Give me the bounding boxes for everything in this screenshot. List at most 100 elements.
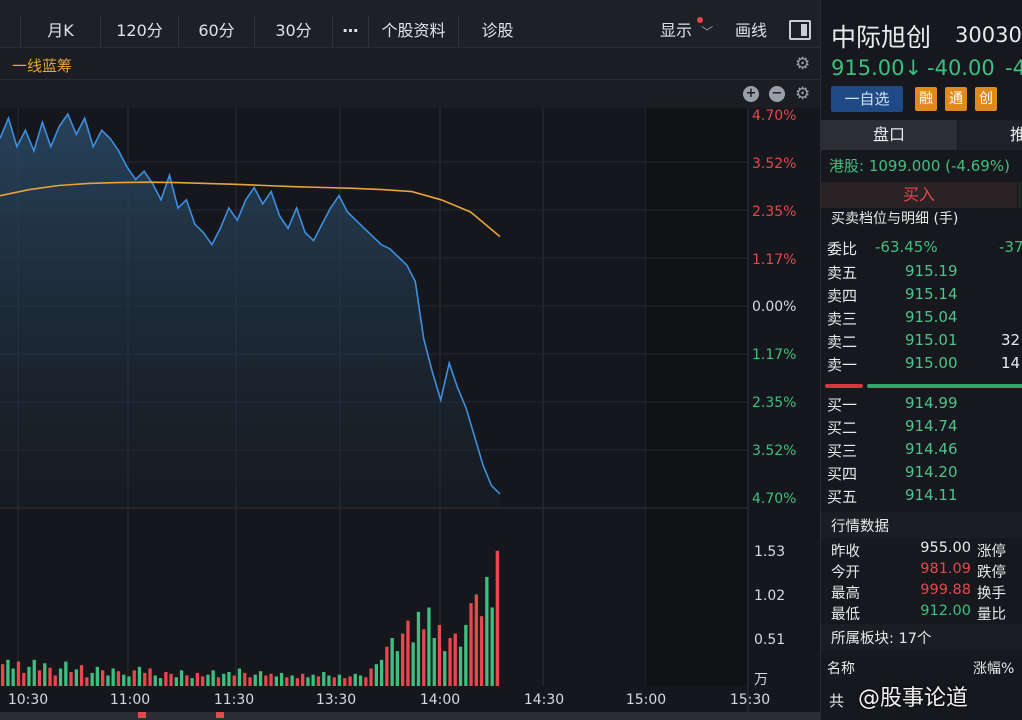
- volume-bar: [369, 668, 373, 686]
- ask-level-label: 卖四: [827, 287, 858, 305]
- tab-order-book[interactable]: 盘口: [821, 120, 957, 150]
- volume-bar: [316, 676, 321, 686]
- tab-recommend[interactable]: 推: [958, 120, 1022, 150]
- more-periods-button[interactable]: ⋯: [332, 15, 368, 47]
- stock-diagnosis-button[interactable]: 诊股: [458, 15, 536, 47]
- sell-button-edge[interactable]: [1018, 182, 1022, 208]
- chevron-down-icon: ﹀: [701, 25, 714, 39]
- volume-bar: [274, 676, 278, 686]
- volume-bar: [201, 676, 205, 686]
- intraday-chart[interactable]: 4.70% 3.52% 2.35% 1.17% 0.00% 1.17% 2.35% 3.52%…: [0, 108, 820, 720]
- y-tick-label-down: 4.70%: [752, 491, 796, 507]
- display-menu-button[interactable]: 显示 ﹀: [660, 15, 713, 47]
- volume-bar: [27, 666, 31, 686]
- ask-level-row[interactable]: 卖一 915.00 14: [821, 352, 1022, 375]
- zoom-in-icon[interactable]: +: [743, 86, 759, 102]
- bid-level-row[interactable]: 买四 914.20: [821, 461, 1022, 484]
- volume-bar: [401, 633, 405, 686]
- volume-bar: [332, 677, 336, 686]
- sector-first-row[interactable]: 共: [829, 690, 844, 711]
- volume-bar: [37, 670, 42, 686]
- bid-level-label: 买二: [827, 419, 858, 437]
- bid-level-label: 买三: [827, 442, 858, 460]
- x-tick-label: 15:30: [730, 692, 770, 708]
- zoom-out-icon[interactable]: −: [769, 86, 785, 102]
- ask-level-price: 915.01: [905, 331, 958, 349]
- volume-bar: [248, 677, 252, 686]
- ask-level-label: 卖五: [827, 264, 858, 282]
- volume-bar: [237, 668, 242, 686]
- ratio-red-segment: [825, 384, 863, 388]
- period-month-k-button[interactable]: 月K: [20, 15, 100, 47]
- ask-level-row[interactable]: 卖二 915.01 32: [821, 329, 1022, 352]
- display-label: 显示: [660, 21, 693, 40]
- volume-bar: [116, 671, 121, 686]
- volume-bar: [474, 594, 478, 686]
- volume-bar: [48, 667, 52, 686]
- sector-col-change[interactable]: 涨幅%: [973, 658, 1014, 678]
- market-data-value: 955.00: [920, 540, 971, 556]
- bid-level-row[interactable]: 买五 914.11: [821, 484, 1022, 507]
- bid-level-price: 914.11: [905, 486, 958, 504]
- stock-profile-button[interactable]: 个股资料: [368, 15, 458, 47]
- volume-bar: [227, 672, 231, 686]
- volume-bar: [453, 633, 457, 686]
- x-tick-label: 13:30: [316, 692, 356, 708]
- volume-bar: [143, 672, 147, 686]
- sector-title: 所属板块: 17个: [831, 631, 932, 647]
- quote-panel: 中际旭创 30030 915.00↓ -40.00 -4. 一自选 融 通 创 …: [820, 0, 1022, 720]
- volume-bar: [11, 668, 15, 686]
- bid-level-price: 914.20: [905, 463, 958, 481]
- weibi-value: -63.45%: [875, 238, 938, 256]
- period-120min-button[interactable]: 120分: [100, 15, 178, 47]
- bottom-tab-marker-1[interactable]: [138, 712, 146, 718]
- period-30min-button[interactable]: 30分: [254, 15, 332, 47]
- draw-line-button[interactable]: 画线: [722, 15, 780, 47]
- volume-bar: [464, 624, 468, 686]
- volume-bar: [295, 678, 299, 686]
- chart-settings-gear-icon[interactable]: ⚙: [795, 84, 810, 104]
- volume-bar: [106, 675, 110, 686]
- volume-bar: [327, 675, 331, 686]
- ratio-green-segment: [867, 384, 1022, 388]
- ask-level-row[interactable]: 卖四 915.14: [821, 283, 1022, 306]
- period-toolbar: 月K 120分 60分 30分 ⋯ 个股资料 诊股 显示 ﹀ 画线: [0, 0, 820, 48]
- layout-toggle-icon[interactable]: [789, 20, 811, 40]
- ask-level-row[interactable]: 卖五 915.19: [821, 260, 1022, 283]
- bottom-tab-marker-2[interactable]: [216, 712, 224, 718]
- add-watchlist-button[interactable]: 一自选: [831, 86, 903, 112]
- indicator-name[interactable]: 一线蓝筹: [12, 55, 72, 76]
- volume-bar: [1, 664, 5, 686]
- volume-bar: [290, 675, 294, 686]
- volume-bar: [74, 669, 78, 686]
- bid-level-row[interactable]: 买二 914.74: [821, 415, 1022, 438]
- stock-change: -40.00: [927, 56, 995, 80]
- weibi-label: 委比: [827, 240, 858, 258]
- settings-gear-icon[interactable]: ⚙: [795, 54, 810, 74]
- volume-bar: [158, 678, 163, 686]
- y-tick-label-up: 2.35%: [752, 204, 796, 220]
- period-60min-button[interactable]: 60分: [178, 15, 254, 47]
- ask-level-row[interactable]: 卖三 915.04: [821, 306, 1022, 329]
- volume-bar: [269, 673, 273, 686]
- volume-bar: [258, 671, 263, 686]
- volume-bar: [22, 672, 26, 686]
- volume-bar: [111, 668, 115, 686]
- ask-level-price: 915.04: [905, 308, 958, 326]
- volume-bar: [127, 676, 131, 686]
- stock-code: 30030: [955, 23, 1022, 47]
- volume-bar: [495, 550, 499, 686]
- volume-bar: [348, 676, 352, 686]
- volume-bar: [232, 675, 236, 686]
- buy-button[interactable]: 买入: [821, 182, 1017, 208]
- volume-bar: [58, 668, 63, 686]
- market-data-value: 981.09: [920, 561, 971, 577]
- weibi-extra: -37: [999, 238, 1022, 256]
- stock-change-pct: -4.: [1005, 56, 1022, 80]
- volume-bar: [374, 664, 378, 686]
- bid-level-row[interactable]: 买三 914.46: [821, 438, 1022, 461]
- bid-level-row[interactable]: 买一 914.99: [821, 392, 1022, 415]
- volume-bar: [479, 616, 484, 686]
- volume-bar: [279, 672, 284, 686]
- x-tick-label: 10:30: [8, 692, 48, 708]
